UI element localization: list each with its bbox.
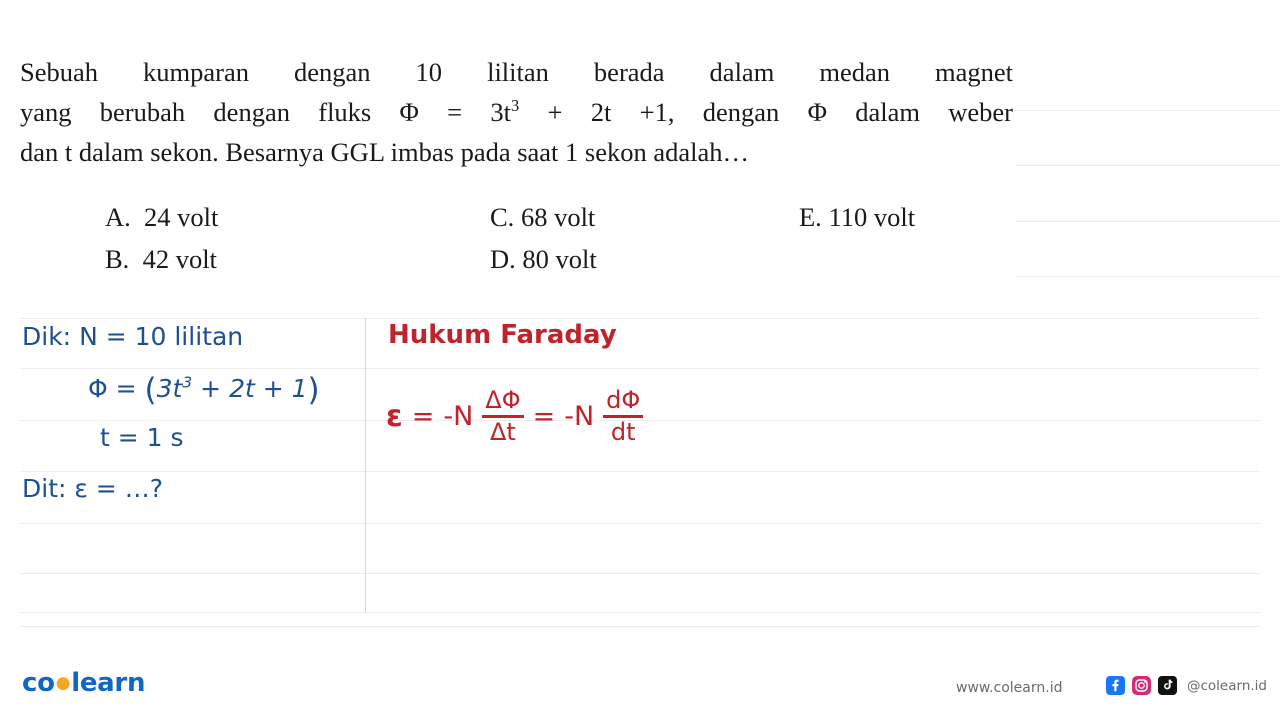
flux-line: Φ = (3t3 + 2t + 1) xyxy=(88,372,320,408)
option-b[interactable]: B. 42 volt xyxy=(105,238,217,280)
option-d-label: D. xyxy=(490,244,516,274)
delta-flux-fraction: ΔΦ Δt xyxy=(482,386,524,446)
logo-co: co xyxy=(22,668,55,698)
option-d[interactable]: D. 80 volt xyxy=(490,238,597,280)
option-row-2: B. 42 volt D. 80 volt xyxy=(20,238,1020,280)
question-line-1: Sebuah kumparan dengan 10 lilitan berada… xyxy=(20,57,1013,87)
footer-divider xyxy=(20,626,1260,627)
option-d-text: 80 volt xyxy=(522,244,597,274)
option-c[interactable]: C. 68 volt xyxy=(490,196,595,238)
faraday-equation: ε = -N ΔΦ Δt = -N dΦ dt xyxy=(386,386,644,446)
flux-paren-close: ) xyxy=(307,372,320,408)
worksheet-rule xyxy=(20,368,1260,369)
rule-line xyxy=(1016,165,1280,166)
worksheet-rule xyxy=(20,471,1260,472)
option-row-1: A. 24 volt C. 68 volt E. 110 volt xyxy=(20,196,1020,238)
known-label: Dik: xyxy=(22,322,72,351)
asked-label: Dit: xyxy=(22,474,67,503)
social-links: @colearn.id xyxy=(1106,676,1267,695)
option-c-text: 68 volt xyxy=(520,202,596,232)
option-b-text: 42 volt xyxy=(142,244,217,274)
minus-n-1: -N xyxy=(443,400,474,432)
option-e-label: E. xyxy=(799,202,822,232)
equals-sign-2: = xyxy=(532,400,556,432)
asked-value: ε = …? xyxy=(74,474,163,503)
d-flux-fraction: dΦ dt xyxy=(603,386,644,446)
instagram-icon[interactable] xyxy=(1132,676,1151,695)
worksheet-rule xyxy=(20,612,1260,613)
flux-paren-open: ( xyxy=(144,372,157,408)
answer-options: A. 24 volt C. 68 volt E. 110 volt B. 42 … xyxy=(20,196,1020,280)
logo-dot: ● xyxy=(55,673,71,693)
colearn-logo: co●learn xyxy=(22,668,145,698)
question-line-2-part-b: + 2t +1, dengan Φ dalam weber xyxy=(519,97,1014,127)
tiktok-icon[interactable] xyxy=(1158,676,1177,695)
option-a-label: A. xyxy=(105,202,131,232)
asked-line: Dit: ε = …? xyxy=(22,474,163,503)
rule-line xyxy=(1016,110,1280,111)
question-line-2: yang berubah dengan fluks Φ = 3t3 + 2t +… xyxy=(20,92,1013,132)
option-a[interactable]: A. 24 volt xyxy=(105,196,218,238)
d-time-denominator: dt xyxy=(610,417,636,446)
known-line: Dik: N = 10 lilitan xyxy=(22,322,243,351)
logo-learn: learn xyxy=(71,668,146,698)
worksheet: Dik: N = 10 lilitan Φ = (3t3 + 2t + 1) t… xyxy=(0,318,1280,618)
option-e[interactable]: E. 110 volt xyxy=(799,196,915,238)
rule-line xyxy=(1016,276,1280,277)
minus-n-2: -N xyxy=(564,400,595,432)
delta-flux-numerator: ΔΦ xyxy=(485,386,521,414)
worksheet-divider xyxy=(365,318,366,612)
delta-time-denominator: Δt xyxy=(490,417,516,446)
faraday-title: Hukum Faraday xyxy=(388,320,617,350)
question-line-2-part-a: yang berubah dengan fluks Φ = 3t xyxy=(20,97,512,127)
flux-exponent: 3 xyxy=(182,373,193,392)
flux-body-b: + 2t + 1 xyxy=(192,374,308,403)
social-handle: @colearn.id xyxy=(1187,677,1267,694)
rule-line xyxy=(1016,221,1280,222)
emf-symbol: ε xyxy=(386,398,403,434)
worksheet-rule xyxy=(20,318,1260,319)
worksheet-rule xyxy=(20,523,1260,524)
question-line-3: dan t dalam sekon. Besarnya GGL imbas pa… xyxy=(20,137,750,167)
website-url: www.colearn.id xyxy=(956,680,1063,696)
flux-body-a: 3t xyxy=(156,374,183,403)
d-flux-numerator: dΦ xyxy=(606,386,641,414)
time-line: t = 1 s xyxy=(100,423,184,452)
question-text: Sebuah kumparan dengan 10 lilitan berada… xyxy=(20,52,1013,172)
option-e-text: 110 volt xyxy=(828,202,916,232)
option-c-label: C. xyxy=(490,202,515,232)
option-a-text: 24 volt xyxy=(144,202,219,232)
option-b-label: B. xyxy=(105,244,130,274)
equals-sign-1: = xyxy=(411,400,435,432)
known-value: N = 10 lilitan xyxy=(79,322,244,351)
flux-label: Φ = xyxy=(88,374,137,403)
facebook-icon[interactable] xyxy=(1106,676,1125,695)
worksheet-rule xyxy=(20,573,1260,574)
